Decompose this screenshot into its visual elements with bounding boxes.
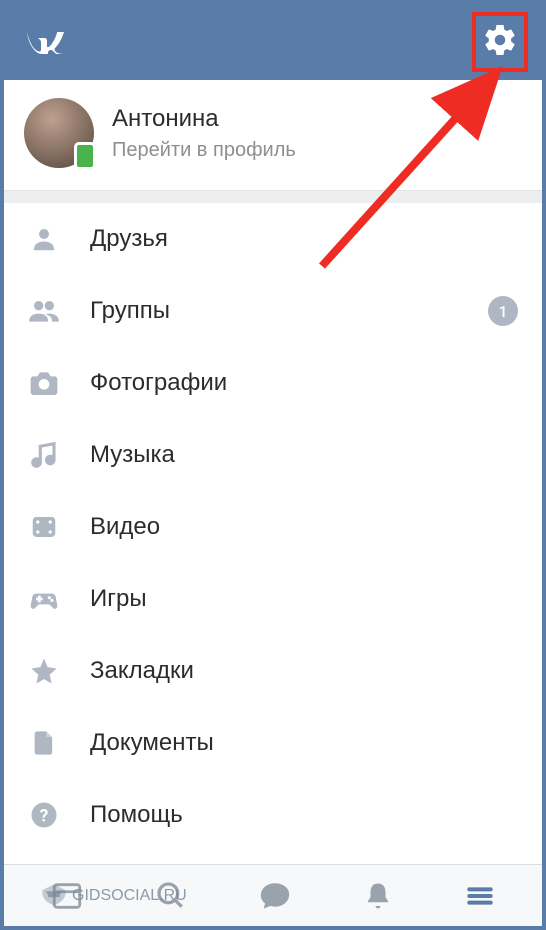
document-icon bbox=[28, 727, 60, 759]
menu-label: Фотографии bbox=[90, 369, 518, 397]
tab-notifications[interactable] bbox=[363, 879, 393, 913]
menu-item-games[interactable]: Игры bbox=[4, 563, 542, 635]
menu-item-bookmarks[interactable]: Закладки bbox=[4, 635, 542, 707]
menu-item-groups[interactable]: Группы 1 bbox=[4, 275, 542, 347]
menu-label: Музыка bbox=[90, 441, 518, 469]
menu-label: Группы bbox=[90, 297, 458, 325]
menu-item-help[interactable]: ? Помощь bbox=[4, 779, 542, 851]
svg-text:?: ? bbox=[40, 806, 49, 826]
menu-label: Документы bbox=[90, 729, 518, 757]
help-icon: ? bbox=[28, 799, 60, 831]
menu-item-documents[interactable]: Документы bbox=[4, 707, 542, 779]
main-menu: Друзья Группы 1 Фотографии Музыка Видео … bbox=[4, 203, 542, 851]
person-icon bbox=[28, 223, 60, 255]
online-mobile-badge bbox=[74, 142, 96, 170]
menu-label: Игры bbox=[90, 585, 518, 613]
menu-label: Помощь bbox=[90, 801, 518, 829]
menu-item-music[interactable]: Музыка bbox=[4, 419, 542, 491]
video-icon bbox=[28, 511, 60, 543]
people-icon bbox=[28, 295, 60, 327]
camera-icon bbox=[28, 367, 60, 399]
section-divider bbox=[4, 191, 542, 203]
settings-button-highlight bbox=[472, 12, 528, 72]
menu-item-video[interactable]: Видео bbox=[4, 491, 542, 563]
gear-icon bbox=[482, 22, 518, 58]
watermark-text: GIDSOCIAL.RU bbox=[72, 887, 187, 905]
menu-item-photos[interactable]: Фотографии bbox=[4, 347, 542, 419]
menu-label: Друзья bbox=[90, 225, 518, 253]
menu-label: Закладки bbox=[90, 657, 518, 685]
profile-row[interactable]: Антонина Перейти в профиль bbox=[4, 80, 542, 191]
menu-label: Видео bbox=[90, 513, 518, 541]
gamepad-icon bbox=[28, 583, 60, 615]
app-header bbox=[4, 4, 542, 80]
music-icon bbox=[28, 439, 60, 471]
tab-menu[interactable] bbox=[464, 880, 496, 912]
vk-logo bbox=[24, 19, 68, 66]
profile-name: Антонина bbox=[112, 105, 296, 133]
watermark: GIDSOCIAL.RU bbox=[40, 882, 187, 910]
star-icon bbox=[28, 655, 60, 687]
menu-item-friends[interactable]: Друзья bbox=[4, 203, 542, 275]
settings-button[interactable] bbox=[482, 22, 518, 62]
avatar bbox=[24, 98, 94, 168]
profile-subtitle: Перейти в профиль bbox=[112, 139, 296, 162]
tab-messages[interactable] bbox=[258, 879, 292, 913]
count-badge: 1 bbox=[488, 296, 518, 326]
